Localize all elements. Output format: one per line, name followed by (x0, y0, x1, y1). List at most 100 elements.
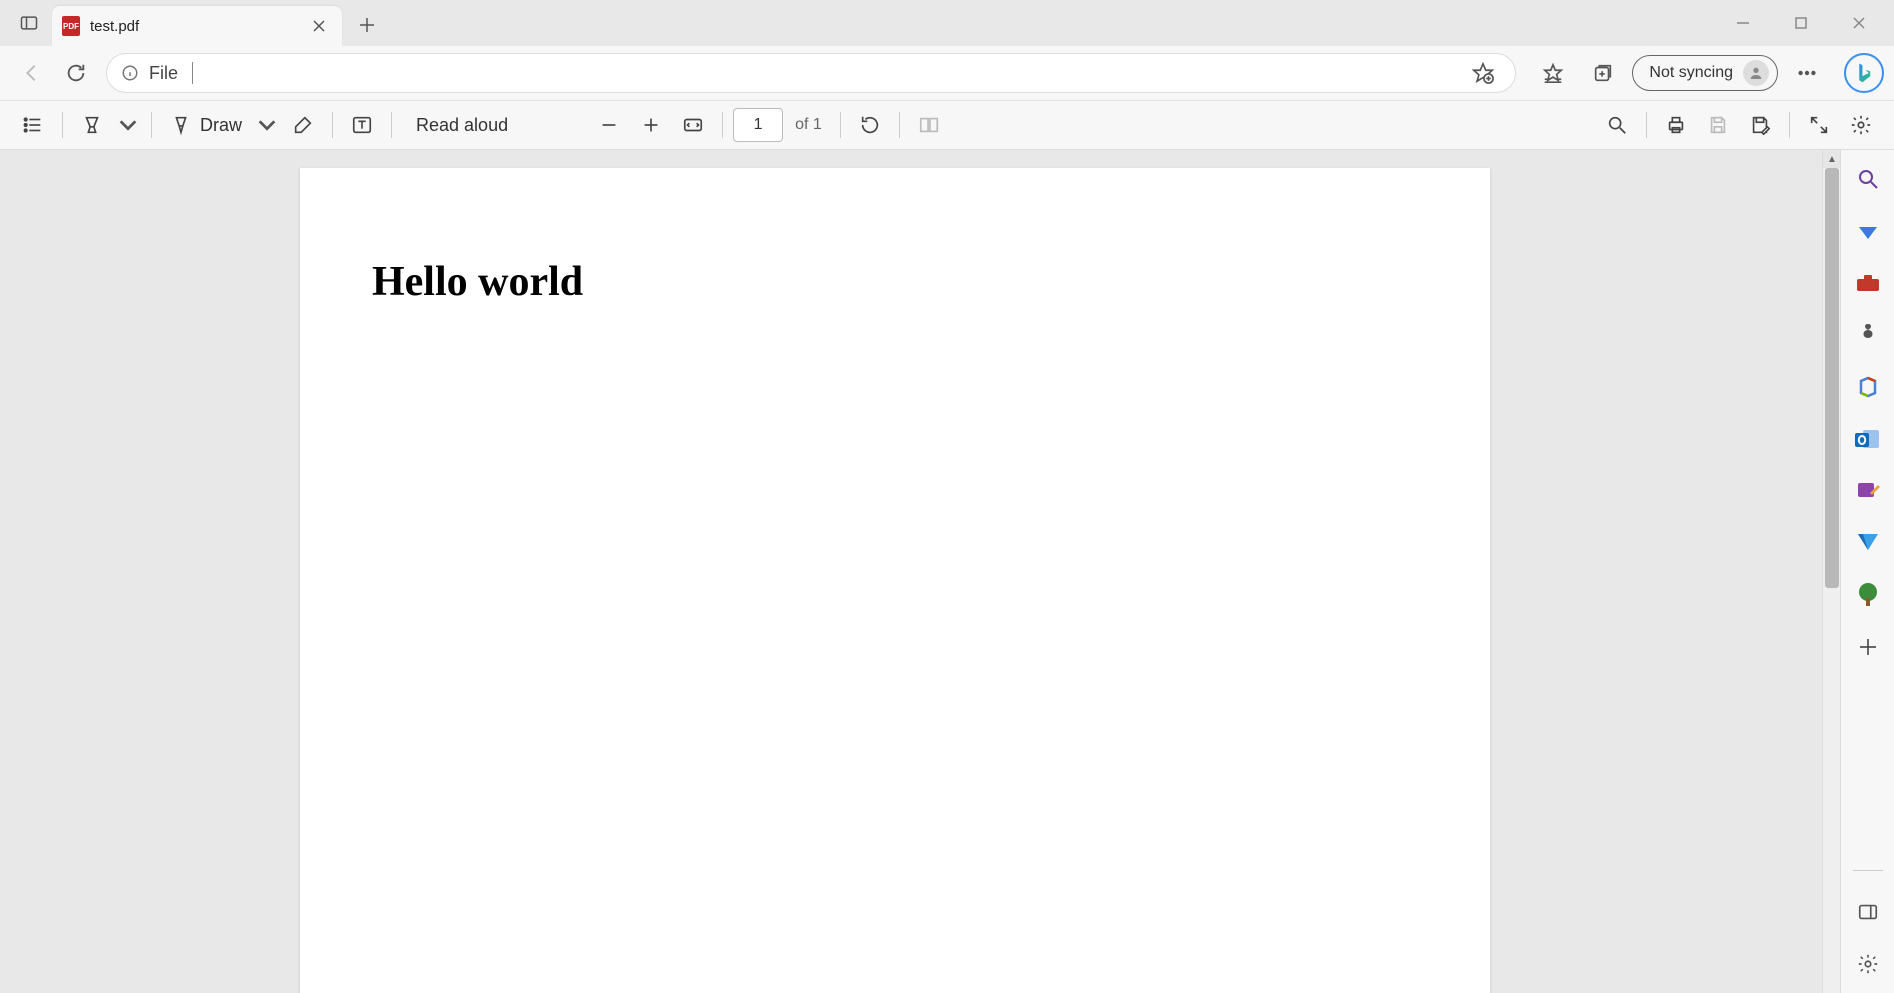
profile-sync-button[interactable]: Not syncing (1632, 55, 1778, 91)
new-tab-button[interactable] (350, 8, 384, 42)
erase-button[interactable] (284, 106, 322, 144)
read-aloud-label: Read aloud (416, 115, 508, 136)
zoom-in-button[interactable] (632, 106, 670, 144)
scroll-up-button[interactable]: ▲ (1823, 150, 1840, 168)
edge-sidebar (1840, 150, 1894, 993)
scrollbar-thumb[interactable] (1825, 168, 1839, 588)
sidebar-outlook-icon[interactable] (1853, 424, 1883, 454)
favorites-icon (1542, 62, 1564, 84)
refresh-button[interactable] (54, 53, 98, 93)
minimize-icon (1736, 16, 1750, 30)
vertical-scrollbar[interactable]: ▲ (1822, 150, 1840, 993)
sidebar-office-icon[interactable] (1853, 372, 1883, 402)
tab-actions-icon (19, 13, 39, 33)
sidebar-tree-icon[interactable] (1853, 580, 1883, 610)
rotate-button[interactable] (851, 106, 889, 144)
plus-icon (640, 114, 662, 136)
search-icon (1606, 114, 1628, 136)
draw-dropdown[interactable] (254, 106, 280, 144)
ellipsis-icon (1796, 62, 1818, 84)
highlight-button[interactable] (73, 106, 111, 144)
close-tab-button[interactable] (306, 13, 332, 39)
favorites-button[interactable] (1532, 53, 1574, 93)
sidebar-shopping-icon[interactable] (1853, 216, 1883, 246)
title-bar: test.pdf (0, 0, 1894, 46)
back-button[interactable] (10, 53, 54, 93)
pen-icon (170, 114, 192, 136)
tab-title: test.pdf (90, 18, 296, 35)
settings-menu-button[interactable] (1786, 53, 1828, 93)
chevron-down-icon (256, 114, 278, 136)
address-scheme-label: File (149, 63, 178, 84)
draw-label: Draw (200, 115, 242, 136)
sync-status-label: Not syncing (1649, 64, 1733, 82)
pdf-viewer[interactable]: Hello world ▲ (0, 150, 1840, 993)
fullscreen-button[interactable] (1800, 106, 1838, 144)
fit-width-icon (682, 114, 704, 136)
collections-icon (1592, 62, 1614, 84)
sidebar-image-creator-icon[interactable] (1853, 476, 1883, 506)
browser-toolbar: File Not syncing (0, 46, 1894, 100)
fit-width-button[interactable] (674, 106, 712, 144)
sidebar-tools-icon[interactable] (1853, 268, 1883, 298)
refresh-icon (65, 62, 87, 84)
page-total-label: of 1 (787, 116, 830, 134)
profile-avatar-icon (1743, 60, 1769, 86)
save-as-button[interactable] (1741, 106, 1779, 144)
add-text-button[interactable] (343, 106, 381, 144)
eraser-icon (292, 114, 314, 136)
address-bar[interactable]: File (106, 53, 1516, 93)
plus-icon (359, 17, 375, 33)
sidebar-games-icon[interactable] (1853, 320, 1883, 350)
page-number-input[interactable] (733, 108, 783, 142)
read-aloud-button[interactable]: Read aloud (402, 106, 522, 144)
close-icon (312, 19, 326, 33)
star-plus-icon (1472, 62, 1494, 84)
chevron-down-icon (117, 114, 139, 136)
two-page-icon (918, 114, 940, 136)
site-info-icon[interactable] (121, 64, 139, 82)
bing-icon (1854, 62, 1874, 84)
maximize-icon (1794, 16, 1808, 30)
text-box-icon (351, 114, 373, 136)
draw-button[interactable]: Draw (162, 106, 250, 144)
collections-button[interactable] (1582, 53, 1624, 93)
highlight-dropdown[interactable] (115, 106, 141, 144)
text-cursor (192, 62, 193, 84)
sidebar-search-icon[interactable] (1853, 164, 1883, 194)
save-button[interactable] (1699, 106, 1737, 144)
pdf-file-icon (62, 16, 80, 36)
pdf-settings-button[interactable] (1842, 106, 1880, 144)
close-icon (1852, 16, 1866, 30)
document-heading: Hello world (372, 258, 1418, 306)
add-favorite-button[interactable] (1465, 55, 1501, 91)
zoom-out-button[interactable] (590, 106, 628, 144)
list-icon (22, 114, 44, 136)
sidebar-add-button[interactable] (1853, 632, 1883, 662)
browser-tab[interactable]: test.pdf (52, 6, 342, 46)
highlighter-icon (81, 114, 103, 136)
rotate-icon (859, 114, 881, 136)
pdf-page[interactable]: Hello world (300, 168, 1490, 993)
sidebar-hide-button[interactable] (1853, 897, 1883, 927)
bing-button[interactable] (1844, 53, 1884, 93)
pdf-toolbar: Draw Read aloud of 1 (0, 100, 1894, 150)
printer-icon (1665, 114, 1687, 136)
sidebar-settings-button[interactable] (1853, 949, 1883, 979)
find-button[interactable] (1598, 106, 1636, 144)
close-window-button[interactable] (1830, 3, 1888, 43)
arrow-left-icon (21, 62, 43, 84)
sidebar-drop-icon[interactable] (1853, 528, 1883, 558)
window-controls (1714, 3, 1888, 43)
gear-icon (1850, 114, 1872, 136)
maximize-window-button[interactable] (1772, 3, 1830, 43)
minimize-window-button[interactable] (1714, 3, 1772, 43)
page-view-button[interactable] (910, 106, 948, 144)
fullscreen-icon (1808, 114, 1830, 136)
tab-actions-button[interactable] (12, 6, 46, 40)
print-button[interactable] (1657, 106, 1695, 144)
save-icon (1707, 114, 1729, 136)
save-edit-icon (1749, 114, 1771, 136)
minus-icon (598, 114, 620, 136)
contents-button[interactable] (14, 106, 52, 144)
